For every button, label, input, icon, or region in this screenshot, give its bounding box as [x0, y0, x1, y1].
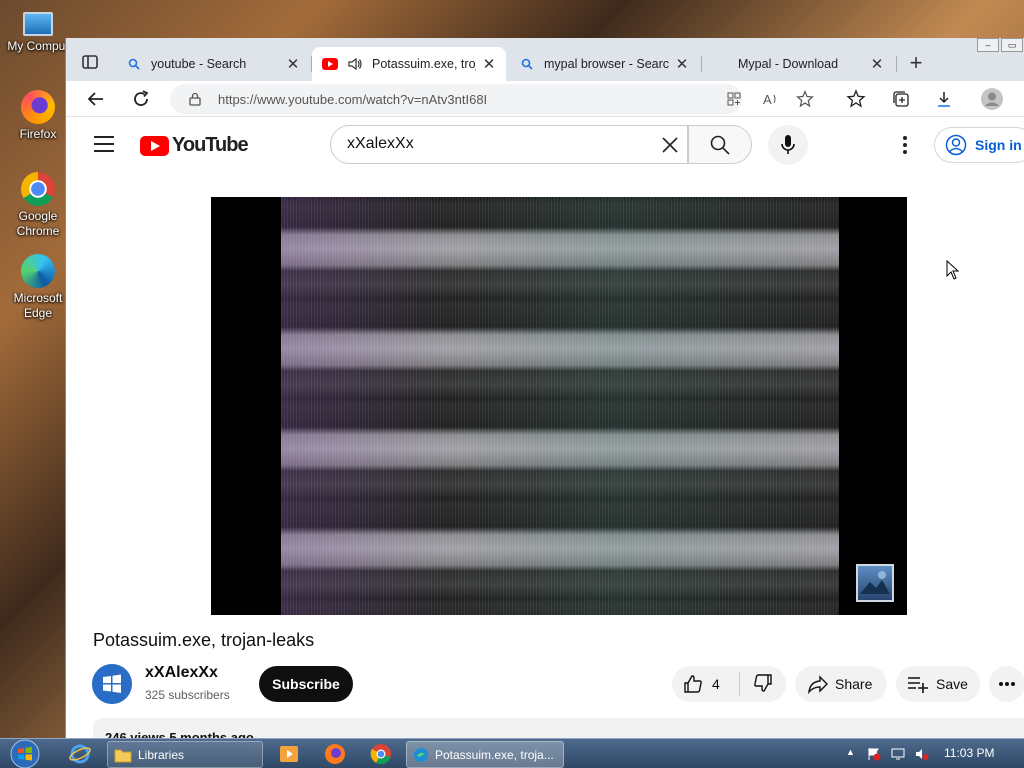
microphone-icon: [781, 135, 795, 154]
profile-avatar-icon[interactable]: [980, 87, 1004, 111]
more-horizontal-icon: [999, 682, 1015, 686]
edge-icon: [414, 747, 428, 762]
browser-window: youtube - Search ✕ Potassuim.exe, troja …: [65, 38, 1024, 740]
tab-label: Potassuim.exe, troja: [372, 57, 476, 71]
back-button[interactable]: [84, 87, 108, 111]
tab-label: Mypal - Download: [738, 57, 839, 71]
tab-mypal-download[interactable]: Mypal - Download ✕: [702, 47, 894, 81]
favorites-icon[interactable]: [846, 89, 866, 109]
taskbar-clock[interactable]: 11:03 PM: [944, 746, 994, 760]
subscribe-button[interactable]: Subscribe: [259, 666, 353, 702]
voice-search-button[interactable]: [768, 125, 808, 165]
taskbar-item-libraries[interactable]: Libraries: [107, 741, 263, 768]
taskbar-item-label: Potassuim.exe, troja...: [435, 747, 554, 762]
search-icon: [126, 56, 142, 72]
firefox-icon: [21, 90, 55, 124]
like-count: 4: [712, 676, 720, 692]
url-field[interactable]: https://www.youtube.com/watch?v=nAtv3ntI…: [170, 84, 814, 114]
tab-youtube-search[interactable]: youtube - Search ✕: [116, 47, 310, 81]
channel-name[interactable]: xXAlexXx: [145, 664, 218, 682]
collections-icon[interactable]: [891, 89, 911, 109]
sign-in-button[interactable]: Sign in: [934, 127, 1024, 163]
menu-icon[interactable]: [94, 136, 114, 152]
share-label: Share: [835, 676, 873, 692]
minimize-button[interactable]: –: [977, 38, 999, 52]
start-button[interactable]: [6, 739, 44, 768]
firefox-icon[interactable]: [323, 742, 347, 766]
youtube-play-icon: [140, 135, 169, 156]
mouse-cursor-icon: [946, 260, 960, 280]
taskbar-item-edge-window[interactable]: Potassuim.exe, troja...: [406, 741, 564, 768]
like-dislike-group: 4: [672, 666, 786, 702]
search-icon: [710, 135, 730, 155]
tab-actions-icon[interactable]: [80, 52, 100, 72]
new-tab-button[interactable]: +: [904, 50, 928, 76]
share-icon: [808, 675, 828, 695]
lock-icon[interactable]: [188, 92, 202, 106]
add-favorite-icon[interactable]: [796, 90, 814, 108]
reload-button[interactable]: [129, 87, 153, 111]
account-icon: [945, 134, 967, 156]
share-button[interactable]: Share: [795, 666, 887, 702]
tab-potassuim-video[interactable]: Potassuim.exe, troja ✕: [312, 47, 506, 81]
search-button[interactable]: [688, 125, 752, 164]
edge-icon: [21, 254, 55, 288]
read-aloud-icon[interactable]: A: [762, 91, 780, 107]
search-icon: [519, 56, 535, 72]
computer-icon: [23, 12, 53, 36]
channel-watermark-icon[interactable]: [856, 564, 894, 602]
thumbs-down-icon: [754, 673, 772, 692]
folder-icon: [114, 749, 132, 762]
sign-in-label: Sign in: [975, 137, 1022, 153]
app-available-icon[interactable]: [726, 91, 742, 107]
tab-label: youtube - Search: [151, 57, 247, 71]
clear-search-icon[interactable]: [660, 135, 680, 155]
tab-close-icon[interactable]: ✕: [870, 55, 884, 73]
speaker-icon[interactable]: [347, 56, 363, 72]
tab-label: mypal browser - Search: [544, 57, 669, 71]
subscriber-count: 325 subscribers: [145, 688, 230, 702]
address-bar: https://www.youtube.com/watch?v=nAtv3ntI…: [66, 81, 1024, 117]
url-text: https://www.youtube.com/watch?v=nAtv3ntI…: [218, 91, 488, 107]
internet-explorer-icon[interactable]: [68, 742, 92, 766]
thumbs-up-icon: [684, 675, 702, 693]
like-button[interactable]: 4: [672, 672, 740, 696]
tab-close-icon[interactable]: ✕: [286, 55, 300, 73]
more-actions-button[interactable]: [989, 666, 1024, 702]
save-button[interactable]: Save: [896, 666, 980, 702]
taskbar-item-label: Libraries: [138, 747, 185, 762]
search-value: xXalexXx: [347, 135, 414, 152]
search-input[interactable]: xXalexXx: [330, 125, 688, 164]
tab-close-icon[interactable]: ✕: [675, 55, 689, 73]
action-center-flag-icon[interactable]: [867, 747, 881, 761]
save-label: Save: [936, 676, 968, 692]
chrome-icon[interactable]: [369, 742, 393, 766]
video-player[interactable]: [211, 197, 907, 615]
svg-text:A: A: [763, 92, 772, 107]
window-controls: – ▭: [977, 38, 1023, 52]
dislike-button[interactable]: [740, 672, 774, 697]
tab-mypal-search[interactable]: mypal browser - Search ✕: [509, 47, 699, 81]
video-title: Potassuim.exe, trojan-leaks: [93, 630, 315, 650]
more-options-icon[interactable]: [894, 134, 916, 156]
downloads-icon[interactable]: [934, 89, 954, 109]
add-to-playlist-icon: [908, 677, 928, 693]
youtube-page: YouTube xXalexXx Sign in Potassuim.exe, …: [66, 118, 1024, 740]
network-icon[interactable]: [891, 747, 905, 761]
chrome-icon: [21, 172, 55, 206]
taskbar: Libraries Potassuim.exe, troja... ▲ 11:0…: [0, 738, 1024, 768]
youtube-logo[interactable]: YouTube: [140, 134, 249, 157]
volume-muted-icon[interactable]: [915, 747, 929, 761]
channel-avatar[interactable]: [92, 664, 132, 704]
tab-bar: youtube - Search ✕ Potassuim.exe, troja …: [66, 38, 1024, 81]
logo-text: YouTube: [172, 134, 249, 156]
description-box[interactable]: 246 views 5 months ago: [93, 718, 1024, 740]
video-frame: [281, 197, 839, 615]
show-hidden-icons-icon[interactable]: ▲: [846, 747, 860, 761]
maximize-button[interactable]: ▭: [1001, 38, 1023, 52]
youtube-icon: [322, 56, 338, 72]
tab-close-icon[interactable]: ✕: [482, 55, 496, 73]
youtube-header: YouTube xXalexXx Sign in: [66, 118, 1024, 173]
media-player-icon[interactable]: [277, 742, 301, 766]
